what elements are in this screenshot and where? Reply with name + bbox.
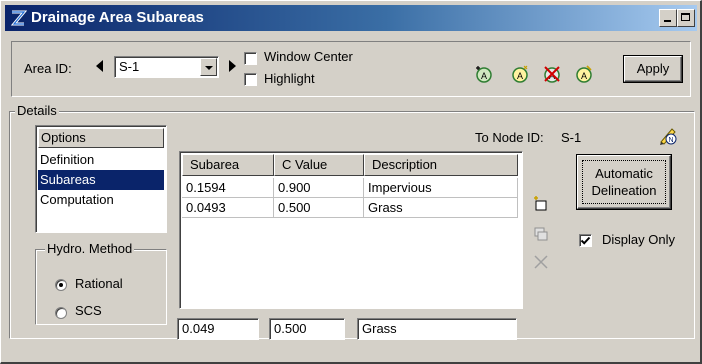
cell-c-value: 0.500	[274, 198, 364, 218]
rational-radio[interactable]	[55, 279, 67, 291]
copy-row-icon[interactable]	[533, 226, 549, 242]
dialog-window: Drainage Area Subareas Area ID: S-1 Wind…	[0, 0, 702, 364]
scs-label: SCS	[75, 303, 102, 318]
delete-row-icon[interactable]	[533, 254, 549, 270]
cell-description: Grass	[364, 198, 518, 218]
cell-subarea: 0.0493	[182, 198, 274, 218]
to-node-label: To Node ID:	[475, 130, 544, 145]
scs-radio[interactable]	[55, 307, 67, 319]
cell-description: Impervious	[364, 178, 518, 198]
option-computation[interactable]: Computation	[38, 190, 164, 210]
edit-area-icon[interactable]: A	[574, 64, 594, 84]
area-id-value: S-1	[119, 59, 140, 74]
check-icon	[580, 236, 591, 245]
hydro-method-title: Hydro. Method	[45, 241, 135, 256]
highlight-checkbox[interactable]	[244, 73, 257, 86]
area-toolbar: Area ID: S-1 Window Center Highlight A A…	[11, 41, 691, 97]
add-area-icon[interactable]: A	[474, 64, 494, 84]
minimize-icon	[664, 20, 671, 22]
svg-text:N: N	[668, 137, 673, 144]
display-only-checkbox[interactable]	[579, 234, 592, 247]
description-field[interactable]: Grass	[357, 318, 517, 340]
minimize-button[interactable]	[659, 9, 677, 27]
cell-subarea: 0.1594	[182, 178, 274, 198]
maximize-button[interactable]	[677, 9, 695, 27]
cell-c-value: 0.900	[274, 178, 364, 198]
new-area-icon[interactable]: A	[510, 64, 530, 84]
auto-delineation-line1: Automatic	[595, 166, 653, 181]
pick-node-icon[interactable]: N	[657, 124, 679, 146]
area-id-label: Area ID:	[24, 61, 72, 76]
display-only-label: Display Only	[602, 232, 675, 247]
area-id-dropdown-button[interactable]	[200, 58, 217, 76]
maximize-icon	[681, 13, 690, 21]
auto-delineation-line2: Delineation	[591, 183, 657, 198]
apply-button[interactable]: Apply	[623, 55, 683, 83]
next-area-icon[interactable]	[229, 60, 236, 72]
automatic-delineation-button[interactable]: Automatic Delineation	[576, 154, 672, 210]
add-row-icon[interactable]	[533, 196, 549, 212]
column-header-subarea[interactable]: Subarea	[182, 154, 274, 176]
window-center-checkbox[interactable]	[244, 52, 257, 65]
previous-area-icon[interactable]	[96, 60, 103, 72]
subarea-field[interactable]: 0.049	[177, 318, 259, 340]
drainage-app-icon	[10, 10, 27, 26]
option-subareas[interactable]: Subareas	[38, 170, 164, 190]
window-center-label: Window Center	[264, 49, 353, 64]
c-value-field[interactable]: 0.500	[269, 318, 345, 340]
column-header-description[interactable]: Description	[364, 154, 518, 176]
column-header-c-value[interactable]: C Value	[274, 154, 364, 176]
radio-selected-dot	[59, 283, 63, 287]
svg-text:A: A	[481, 71, 487, 81]
svg-text:A: A	[517, 71, 523, 81]
rational-label: Rational	[75, 276, 123, 291]
to-node-value: S-1	[561, 130, 582, 145]
highlight-label: Highlight	[264, 71, 315, 86]
title-bar[interactable]: Drainage Area Subareas	[5, 5, 697, 31]
chevron-down-icon	[205, 66, 213, 70]
delete-area-icon[interactable]: A	[542, 64, 562, 84]
area-id-select[interactable]: S-1	[114, 56, 219, 78]
subarea-table: Subarea C Value Description 0.1594 0.900…	[179, 151, 523, 309]
details-group-title: Details	[15, 103, 59, 118]
options-list: Options Definition Subareas Computation	[35, 125, 167, 233]
apply-button-label: Apply	[636, 61, 670, 76]
option-definition[interactable]: Definition	[38, 150, 164, 170]
options-list-header: Options	[38, 128, 164, 148]
window-title: Drainage Area Subareas	[31, 9, 204, 26]
svg-text:A: A	[581, 71, 587, 81]
